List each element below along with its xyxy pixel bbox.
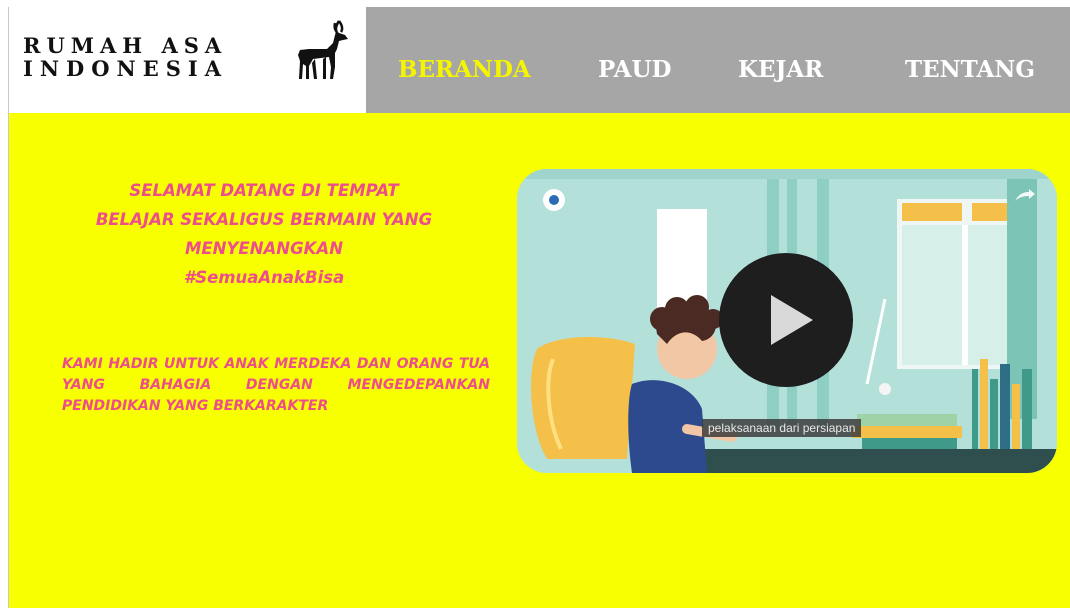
mission-text: KAMI HADIR UNTUK ANAK MERDEKA DAN ORANG … (62, 356, 490, 414)
main-nav: BERANDA PAUD KEJAR TENTANG (366, 7, 1070, 113)
welcome-line: MENYENANGKAN (184, 239, 343, 258)
share-icon[interactable] (1013, 189, 1035, 203)
welcome-line: BELAJAR SEKALIGUS BERMAIN YANG (95, 210, 433, 229)
brand-logo[interactable]: RUMAH ASA INDONESIA (9, 7, 366, 113)
video-caption: pelaksanaan dari persiapan (702, 419, 862, 437)
play-icon (771, 295, 813, 345)
nav-item-tentang[interactable]: TENTANG (905, 56, 1035, 83)
nav-item-kejar[interactable]: KEJAR (738, 56, 823, 83)
welcome-heading: SELAMAT DATANG DI TEMPAT BELAJAR SEKALIG… (49, 176, 479, 292)
hashtag: #SemuaAnakBisa (183, 268, 345, 287)
brand-line-2: INDONESIA (23, 56, 229, 81)
play-button[interactable] (719, 253, 853, 387)
page-frame: RUMAH ASA INDONESIA BERANDA PAUD KEJAR T… (8, 7, 1070, 608)
brand-line-1: RUMAH ASA (23, 33, 228, 58)
brand-name: RUMAH ASA INDONESIA (23, 34, 228, 80)
hero-section: SELAMAT DATANG DI TEMPAT BELAJAR SEKALIG… (9, 113, 1070, 608)
deer-icon (298, 20, 348, 79)
channel-logo-icon (543, 189, 565, 211)
video-player[interactable]: pelaksanaan dari persiapan (517, 169, 1057, 473)
nav-item-beranda[interactable]: BERANDA (398, 56, 531, 83)
nav-item-paud[interactable]: PAUD (598, 56, 671, 83)
welcome-line: SELAMAT DATANG DI TEMPAT (129, 181, 399, 200)
